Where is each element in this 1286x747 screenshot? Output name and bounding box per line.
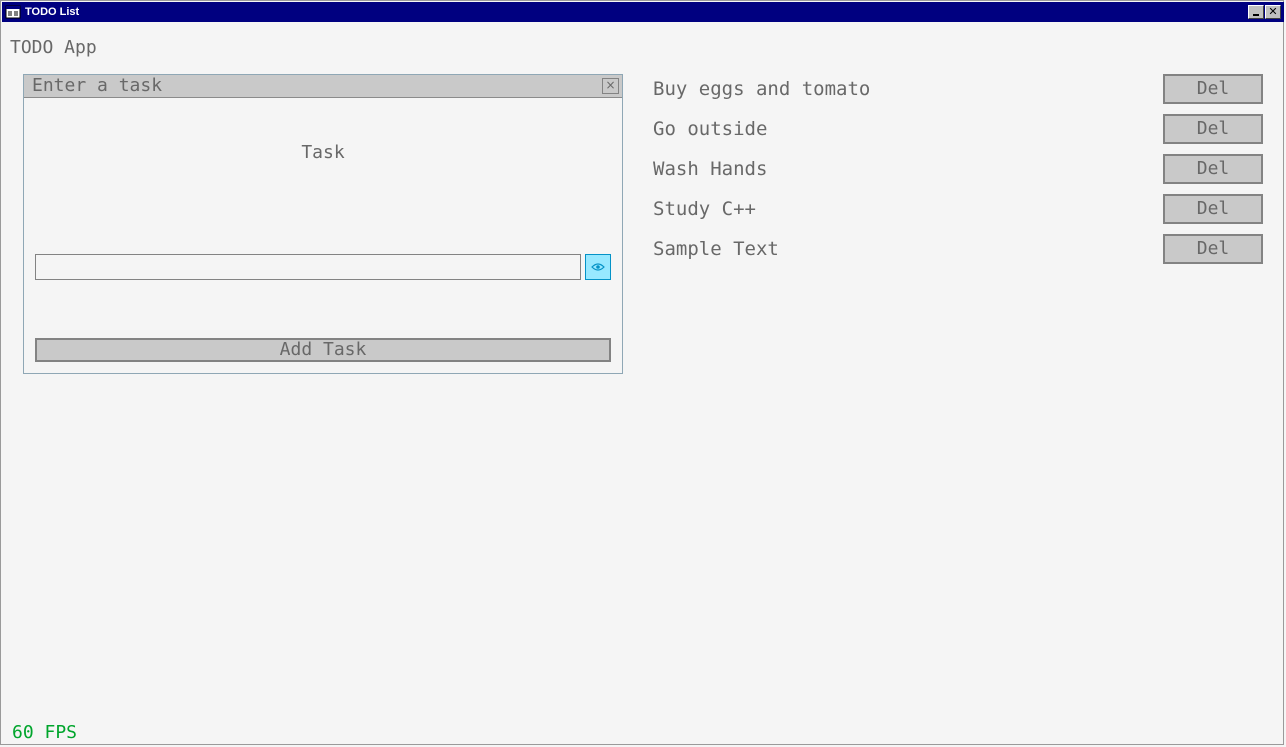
- task-input[interactable]: [35, 254, 581, 280]
- todo-text: Buy eggs and tomato: [653, 78, 871, 100]
- delete-button[interactable]: Del: [1163, 234, 1263, 264]
- eye-icon: [591, 263, 605, 271]
- window-icon[interactable]: [5, 4, 21, 20]
- app-window: TODO List ✕ TODO App Enter a task × Task…: [0, 0, 1284, 745]
- panel-title: Enter a task: [32, 75, 163, 96]
- list-item: Study C++ Del: [653, 193, 1265, 233]
- window-title: TODO List: [25, 6, 80, 18]
- todo-text: Study C++: [653, 198, 756, 220]
- delete-button[interactable]: Del: [1163, 74, 1263, 104]
- add-task-button[interactable]: Add Task: [35, 338, 611, 362]
- panel-header[interactable]: Enter a task ×: [24, 75, 622, 98]
- delete-button[interactable]: Del: [1163, 154, 1263, 184]
- list-item: Buy eggs and tomato Del: [653, 73, 1265, 113]
- list-item: Go outside Del: [653, 113, 1265, 153]
- close-window-button[interactable]: ✕: [1265, 5, 1281, 19]
- close-icon: ✕: [1268, 5, 1278, 18]
- delete-button[interactable]: Del: [1163, 114, 1263, 144]
- todo-list: Buy eggs and tomato Del Go outside Del W…: [653, 73, 1265, 273]
- minimize-icon: [1253, 14, 1259, 16]
- fps-counter: 60 FPS: [12, 722, 78, 743]
- list-item: Wash Hands Del: [653, 153, 1265, 193]
- todo-text: Wash Hands: [653, 158, 768, 180]
- app-title: TODO App: [10, 37, 97, 58]
- todo-text: Go outside: [653, 118, 768, 140]
- list-item: Sample Text Del: [653, 233, 1265, 273]
- close-icon: ×: [605, 78, 616, 92]
- delete-button[interactable]: Del: [1163, 194, 1263, 224]
- todo-text: Sample Text: [653, 238, 779, 260]
- visibility-toggle-button[interactable]: [585, 254, 611, 280]
- panel-close-button[interactable]: ×: [602, 78, 619, 94]
- task-label: Task: [301, 142, 345, 163]
- task-entry-panel: Enter a task × Task Add Task: [23, 74, 623, 374]
- minimize-button[interactable]: [1248, 5, 1264, 19]
- title-bar[interactable]: TODO List ✕: [2, 2, 1284, 22]
